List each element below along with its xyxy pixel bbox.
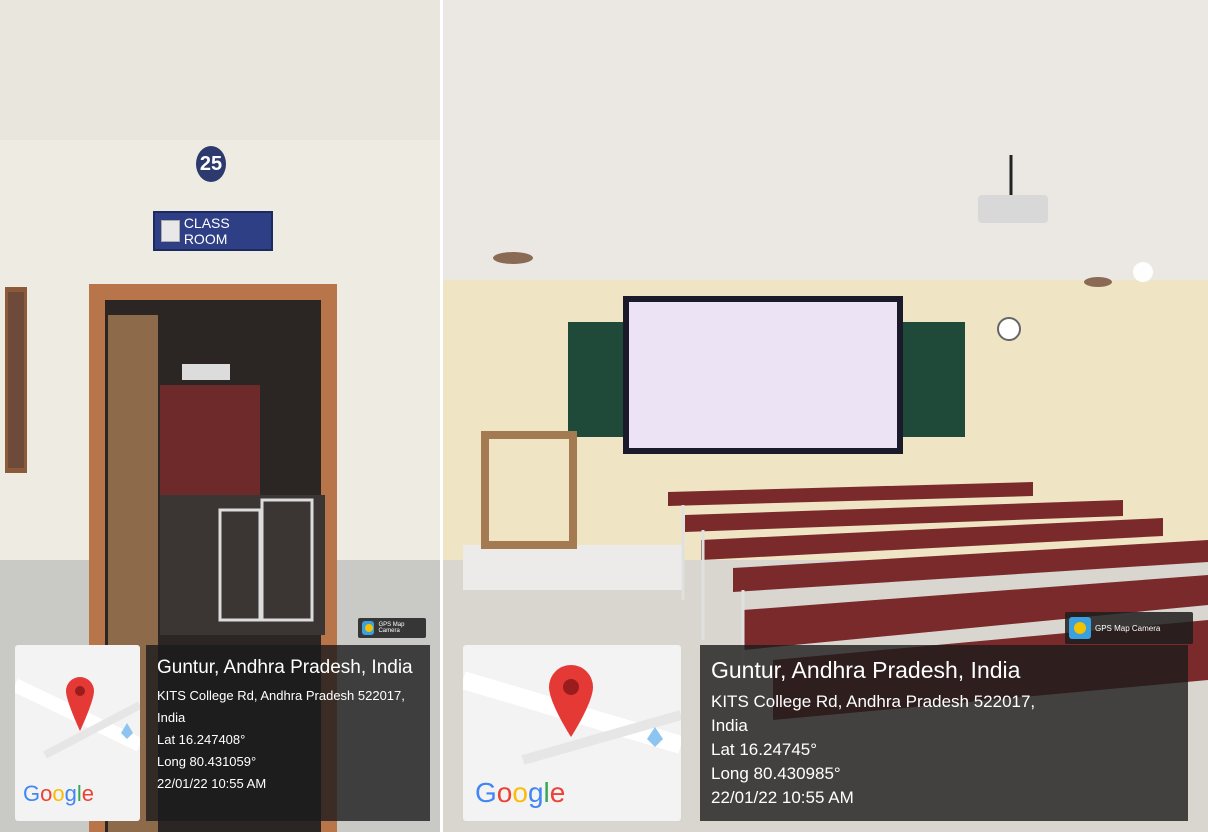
gps-camera-badge: GPS Map Camera — [1065, 612, 1193, 644]
room-name-label: CLASS ROOM — [183, 215, 230, 247]
ceiling — [443, 0, 1208, 290]
datetime: 22/01/22 10:55 AM — [157, 776, 267, 791]
latitude: Lat 16.247408° — [157, 732, 246, 747]
longitude: Long 80.431059° — [157, 754, 257, 769]
location-panel: Guntur, Andhra Pradesh, India KITS Colle… — [146, 645, 430, 821]
sign-icon — [161, 220, 180, 242]
datetime: 22/01/22 10:55 AM — [711, 788, 854, 807]
ceiling-fan — [1084, 277, 1112, 287]
badge-label: GPS Map Camera — [378, 622, 405, 634]
gps-camera-icon — [1069, 617, 1091, 639]
badge-label: GPS Map Camera — [1095, 623, 1161, 633]
left-photo: 25 CLASS ROOM GPS Map Camera Google Gunt… — [0, 0, 440, 832]
ceiling-fan — [493, 252, 533, 264]
right-photo: GPS Map Camera Google Guntur, Andhra Pra… — [443, 0, 1208, 832]
address-line-2: India — [711, 716, 748, 735]
map-thumbnail: Google — [15, 645, 140, 821]
location-title: Guntur, Andhra Pradesh, India — [157, 657, 413, 678]
room-name-sign: CLASS ROOM — [153, 211, 273, 251]
address-line-1: KITS College Rd, Andhra Pradesh 522017, — [711, 692, 1036, 711]
map-pin-icon — [549, 665, 593, 737]
projector — [978, 195, 1048, 223]
longitude: Long 80.430985° — [711, 764, 841, 783]
wall-clock — [997, 317, 1021, 341]
room-number-sign: 25 — [196, 146, 226, 182]
curtain — [160, 385, 260, 495]
address-line-1: KITS College Rd, Andhra Pradesh 522017, — [157, 688, 405, 703]
google-logo: Google — [23, 781, 95, 806]
latitude: Lat 16.24745° — [711, 740, 818, 759]
google-logo: Google — [475, 777, 566, 808]
gps-camera-badge: GPS Map Camera — [358, 618, 426, 638]
location-title: Guntur, Andhra Pradesh, India — [711, 657, 1021, 683]
gps-camera-icon — [362, 621, 375, 635]
map-thumbnail: Google — [463, 645, 681, 821]
location-panel: Guntur, Andhra Pradesh, India KITS Colle… — [700, 645, 1188, 821]
address-line-2: India — [157, 710, 186, 725]
